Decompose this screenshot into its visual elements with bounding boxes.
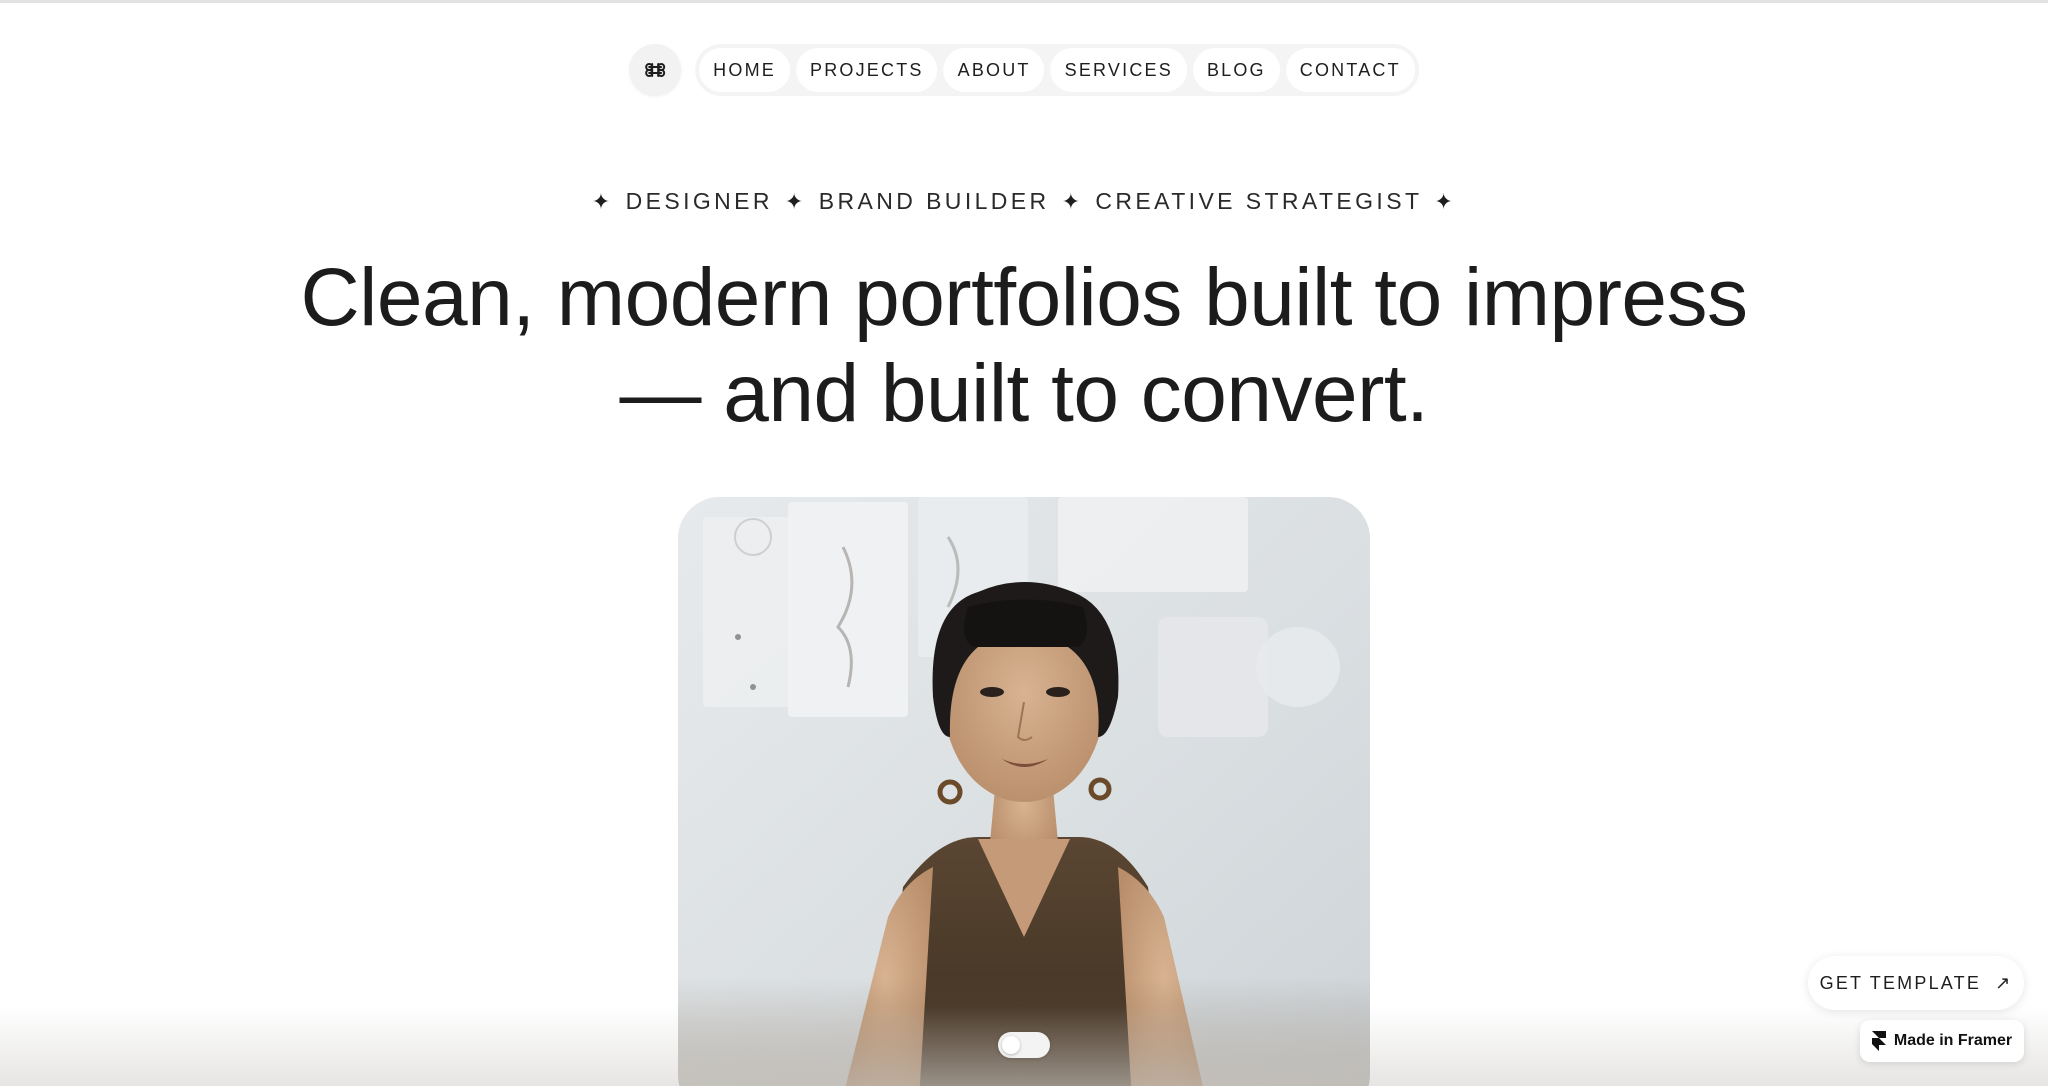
nav-item-home[interactable]: HOME xyxy=(699,48,790,92)
tagline-role-creative-strategist: CREATIVE STRATEGIST xyxy=(1095,188,1423,214)
sparkle-icon: ✦ xyxy=(1434,188,1457,214)
get-template-button[interactable]: GET TEMPLATE ↗ xyxy=(1808,956,2024,1010)
headline-line-2: — and built to convert. xyxy=(619,348,1429,439)
hero-portrait-image xyxy=(678,497,1370,1086)
top-border xyxy=(0,0,2048,3)
headline-line-1: Clean, modern portfolios built to impres… xyxy=(300,252,1748,343)
hero-headline: Clean, modern portfolios built to impres… xyxy=(0,250,2048,442)
framer-badge-label: Made in Framer xyxy=(1893,1032,2013,1049)
cmd-icon xyxy=(645,63,666,77)
nav-item-about[interactable]: ABOUT xyxy=(943,48,1045,92)
nav-links: HOME PROJECTS ABOUT SERVICES BLOG CONTAC… xyxy=(695,44,1419,96)
nav-item-contact[interactable]: CONTACT xyxy=(1285,48,1415,92)
theme-toggle[interactable] xyxy=(998,1032,1050,1058)
framer-logo-icon xyxy=(1871,1031,1886,1051)
made-in-framer-badge[interactable]: Made in Framer xyxy=(1860,1020,2024,1062)
arrow-up-right-icon: ↗ xyxy=(1995,972,2013,993)
page: HOME PROJECTS ABOUT SERVICES BLOG CONTAC… xyxy=(0,0,2048,1086)
tagline-role-brand-builder: BRAND BUILDER xyxy=(818,188,1050,214)
sparkle-icon: ✦ xyxy=(591,188,614,214)
sparkle-icon: ✦ xyxy=(784,188,807,214)
toggle-knob xyxy=(1002,1036,1020,1054)
main-nav: HOME PROJECTS ABOUT SERVICES BLOG CONTAC… xyxy=(629,44,1419,96)
sparkle-icon: ✦ xyxy=(1061,188,1084,214)
nav-item-projects[interactable]: PROJECTS xyxy=(795,48,938,92)
nav-item-blog[interactable]: BLOG xyxy=(1192,48,1280,92)
nav-item-services[interactable]: SERVICES xyxy=(1050,48,1187,92)
tagline-role-designer: DESIGNER xyxy=(625,188,773,214)
logo-button[interactable] xyxy=(629,44,682,96)
hero-tagline: ✦ DESIGNER ✦ BRAND BUILDER ✦ CREATIVE ST… xyxy=(0,188,2048,215)
get-template-label: GET TEMPLATE xyxy=(1819,972,1982,993)
